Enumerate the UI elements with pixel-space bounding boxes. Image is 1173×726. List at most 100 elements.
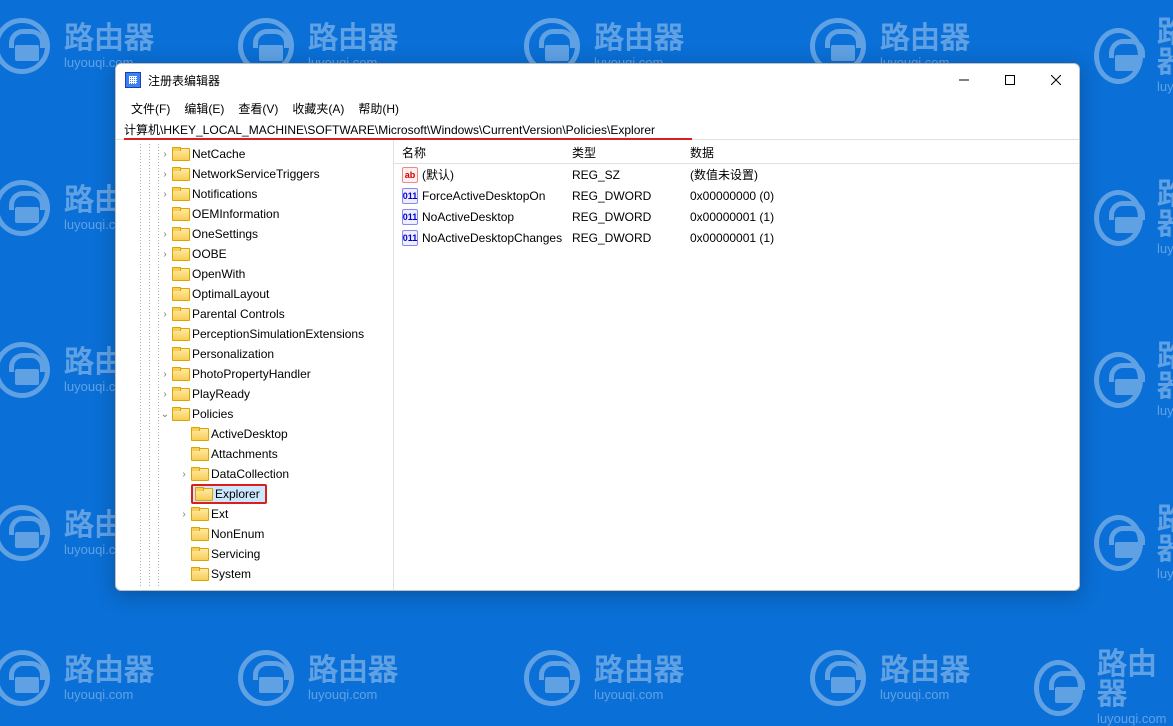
value-row[interactable]: 011NoActiveDesktopREG_DWORD0x00000001 (1…	[394, 206, 1079, 227]
tree-label: OneSettings	[192, 227, 258, 241]
folder-icon	[172, 168, 188, 181]
value-type: REG_DWORD	[564, 231, 682, 245]
tree-item-nonenum[interactable]: NonEnum	[116, 524, 393, 544]
chevron-right-icon[interactable]: ›	[158, 369, 172, 380]
values-header: 名称 类型 数据	[394, 140, 1079, 164]
reg-dword-icon: 011	[402, 188, 418, 204]
folder-icon	[172, 388, 188, 401]
value-name: ForceActiveDesktopOn	[422, 189, 545, 203]
folder-icon	[172, 208, 188, 221]
tree-item-explorer[interactable]: Explorer	[116, 484, 393, 504]
chevron-right-icon[interactable]: ›	[158, 229, 172, 240]
tree-item-oeminformation[interactable]: OEMInformation	[116, 204, 393, 224]
chevron-right-icon[interactable]: ›	[158, 189, 172, 200]
tree-item-playready[interactable]: › PlayReady	[116, 384, 393, 404]
folder-icon	[172, 248, 188, 261]
chevron-right-icon[interactable]: ›	[158, 149, 172, 160]
folder-icon	[172, 148, 188, 161]
value-row[interactable]: 011ForceActiveDesktopOnREG_DWORD0x000000…	[394, 185, 1079, 206]
tree-label: PerceptionSimulationExtensions	[192, 327, 364, 341]
tree-item-activedesktop[interactable]: ActiveDesktop	[116, 424, 393, 444]
tree-label: Explorer	[215, 487, 260, 501]
tree-label: System	[211, 567, 251, 581]
chevron-right-icon[interactable]: ›	[177, 469, 191, 480]
address-bar[interactable]: 计算机\HKEY_LOCAL_MACHINE\SOFTWARE\Microsof…	[116, 120, 1079, 140]
minimize-button[interactable]	[941, 64, 987, 96]
close-button[interactable]	[1033, 64, 1079, 96]
folder-icon	[172, 368, 188, 381]
value-name: NoActiveDesktop	[422, 210, 514, 224]
tree-label: Notifications	[192, 187, 257, 201]
folder-icon	[191, 528, 207, 541]
value-data: 0x00000001 (1)	[682, 231, 1079, 245]
folder-icon	[191, 548, 207, 561]
tree-item-openwith[interactable]: OpenWith	[116, 264, 393, 284]
menu-view[interactable]: 查看(V)	[232, 98, 284, 119]
col-header-data[interactable]: 数据	[682, 140, 1079, 163]
menu-file[interactable]: 文件(F)	[125, 98, 176, 119]
tree-label: Attachments	[211, 447, 278, 461]
tree-item-attachments[interactable]: Attachments	[116, 444, 393, 464]
tree-label: OEMInformation	[192, 207, 279, 221]
tree-label: PlayReady	[192, 387, 250, 401]
tree-label: NonEnum	[211, 527, 264, 541]
tree-item-policies[interactable]: ⌄Policies	[116, 404, 393, 424]
tree-label: DataCollection	[211, 467, 289, 481]
tree-label: ActiveDesktop	[211, 427, 288, 441]
tree-label: PhotoPropertyHandler	[192, 367, 311, 381]
tree-item-datacollection[interactable]: › DataCollection	[116, 464, 393, 484]
tree-item-netcache[interactable]: › NetCache	[116, 144, 393, 164]
titlebar: 注册表编辑器	[116, 64, 1079, 96]
chevron-right-icon[interactable]: ›	[177, 509, 191, 520]
tree-item-networkservicetriggers[interactable]: ›NetworkServiceTriggers	[116, 164, 393, 184]
value-row[interactable]: 011 NoActiveDesktopChangesREG_DWORD0x0000…	[394, 227, 1079, 248]
tree-item-parental-controls[interactable]: ›Parental Controls	[116, 304, 393, 324]
reg-dword-icon: 011	[402, 209, 418, 225]
value-type: REG_DWORD	[564, 189, 682, 203]
folder-icon	[172, 228, 188, 241]
folder-icon	[191, 508, 207, 521]
window-title: 注册表编辑器	[148, 72, 220, 89]
tree-label: Ext	[211, 507, 228, 521]
tree-item-optimallayout[interactable]: OptimalLayout	[116, 284, 393, 304]
tree-item-oobe[interactable]: › OOBE	[116, 244, 393, 264]
col-header-type[interactable]: 类型	[564, 140, 682, 163]
col-header-name[interactable]: 名称	[394, 140, 564, 163]
chevron-down-icon[interactable]: ⌄	[158, 409, 172, 420]
tree-item-photopropertyhandler[interactable]: › PhotoPropertyHandler	[116, 364, 393, 384]
menu-favorites[interactable]: 收藏夹(A)	[286, 98, 350, 119]
tree-item-servicing[interactable]: Servicing	[116, 544, 393, 564]
value-row[interactable]: ab(默认)REG_SZ(数值未设置)	[394, 164, 1079, 185]
tree-label: OOBE	[192, 247, 227, 261]
tree-item-notifications[interactable]: › Notifications	[116, 184, 393, 204]
tree-item-ext[interactable]: › Ext	[116, 504, 393, 524]
regedit-window: 注册表编辑器 文件(F) 编辑(E) 查看(V) 收藏夹(A) 帮助(H) 计算…	[115, 63, 1080, 591]
maximize-button[interactable]	[987, 64, 1033, 96]
menu-help[interactable]: 帮助(H)	[352, 98, 405, 119]
folder-icon	[172, 288, 188, 301]
tree-label: NetCache	[192, 147, 245, 161]
tree-item-system[interactable]: System	[116, 564, 393, 584]
value-type: REG_SZ	[564, 168, 682, 182]
tree-item-personalization[interactable]: Personalization	[116, 344, 393, 364]
tree-item-onesettings[interactable]: › OneSettings	[116, 224, 393, 244]
chevron-right-icon[interactable]: ›	[158, 169, 172, 180]
folder-icon	[172, 348, 188, 361]
chevron-right-icon[interactable]: ›	[158, 389, 172, 400]
chevron-right-icon[interactable]: ›	[158, 309, 172, 320]
menu-edit[interactable]: 编辑(E)	[178, 98, 230, 119]
chevron-right-icon[interactable]: ›	[158, 249, 172, 260]
value-name: (默认)	[422, 166, 454, 183]
reg-string-icon: ab	[402, 167, 418, 183]
value-name: NoActiveDesktopChanges	[422, 231, 562, 245]
folder-icon	[172, 328, 188, 341]
tree-label: OpenWith	[192, 267, 245, 281]
folder-icon	[172, 188, 188, 201]
folder-icon	[172, 308, 188, 321]
tree-item-perceptionsimulationextensions[interactable]: PerceptionSimulationExtensions	[116, 324, 393, 344]
tree-panel[interactable]: ›NetCache›NetworkServiceTriggers›Notific…	[116, 140, 394, 590]
folder-icon	[191, 448, 207, 461]
folder-icon	[191, 568, 207, 581]
menubar: 文件(F) 编辑(E) 查看(V) 收藏夹(A) 帮助(H)	[116, 96, 1079, 120]
reg-dword-icon: 011	[402, 230, 418, 246]
